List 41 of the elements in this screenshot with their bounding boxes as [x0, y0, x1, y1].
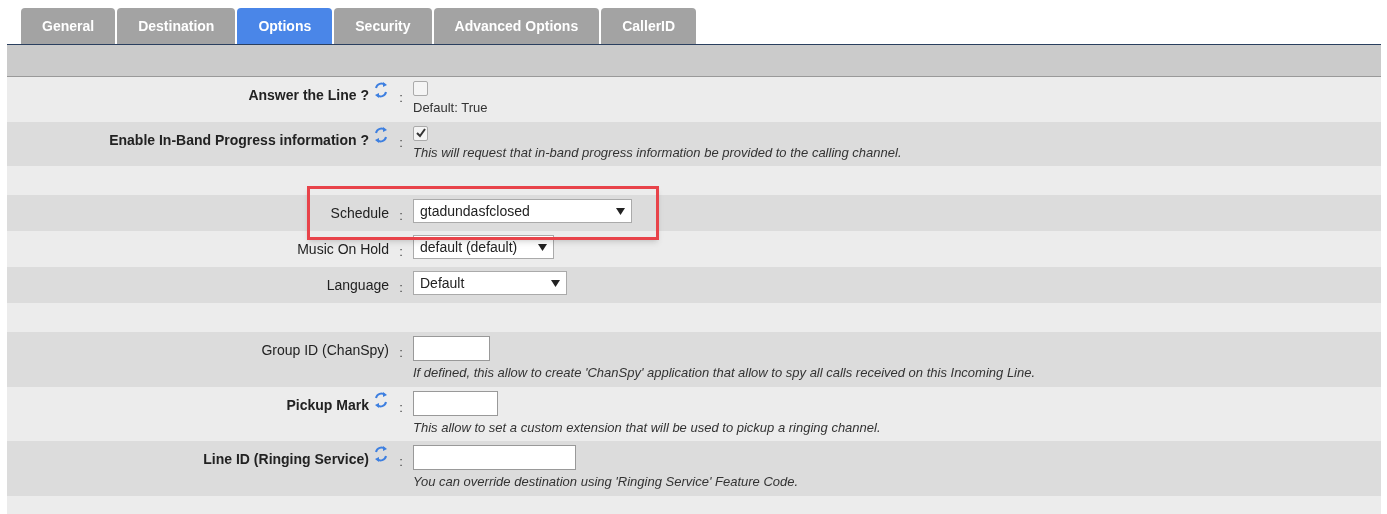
caret-icon	[538, 243, 547, 251]
caret-icon	[616, 207, 625, 215]
colon: :	[399, 244, 403, 259]
colon: :	[399, 399, 403, 415]
field-label: Answer the Line ?	[248, 86, 369, 105]
field-label: Pickup Mark	[286, 395, 369, 415]
caret-icon	[551, 279, 560, 287]
tab[interactable]: Security	[334, 8, 432, 44]
field-label: Group ID (ChanSpy)	[261, 341, 389, 360]
colon: :	[399, 280, 403, 295]
refresh-icon[interactable]	[373, 390, 389, 409]
dropdown[interactable]: gtadundasfclosed	[413, 199, 632, 223]
help-text: This will request that in-band progress information be provided to the calling channel.	[413, 143, 902, 162]
refresh-icon[interactable]	[373, 445, 389, 463]
input-field[interactable]	[413, 390, 498, 416]
field-label: Schedule	[330, 204, 389, 223]
input-field[interactable]	[413, 336, 490, 361]
tab[interactable]: Advanced Options	[433, 8, 600, 44]
refresh-icon[interactable]	[373, 81, 389, 99]
tab[interactable]: Options	[237, 8, 333, 44]
dropdown[interactable]: Default	[413, 271, 567, 295]
input-field[interactable]	[413, 445, 576, 470]
checkbox[interactable]	[413, 125, 428, 141]
field-label: Line ID (Ringing Service)	[203, 450, 369, 469]
colon: :	[399, 134, 403, 150]
field-label: Enable In-Band Progress information ?	[109, 130, 369, 150]
tab[interactable]: General	[21, 8, 116, 44]
field-label: Language	[326, 276, 389, 295]
help-text: If defined, this allow to create 'ChanSpy' application that allow to spy all calls received on this Incoming Line.	[413, 364, 1036, 382]
help-text: This allow to set a custom extension that will be used to pickup a ringing channel.	[413, 418, 881, 437]
help-text: You can override destination using 'Ringing Service' Feature Code.	[413, 473, 799, 491]
field-label: Music On Hold	[297, 240, 389, 259]
help-text: Default: True	[413, 99, 488, 117]
colon: :	[399, 90, 403, 105]
checkbox[interactable]	[413, 81, 428, 96]
tab[interactable]: CallerID	[601, 8, 697, 44]
colon: :	[399, 345, 403, 360]
refresh-icon[interactable]	[373, 125, 389, 144]
colon: :	[399, 208, 403, 223]
colon: :	[399, 454, 403, 469]
tab[interactable]: Destination	[117, 8, 236, 44]
